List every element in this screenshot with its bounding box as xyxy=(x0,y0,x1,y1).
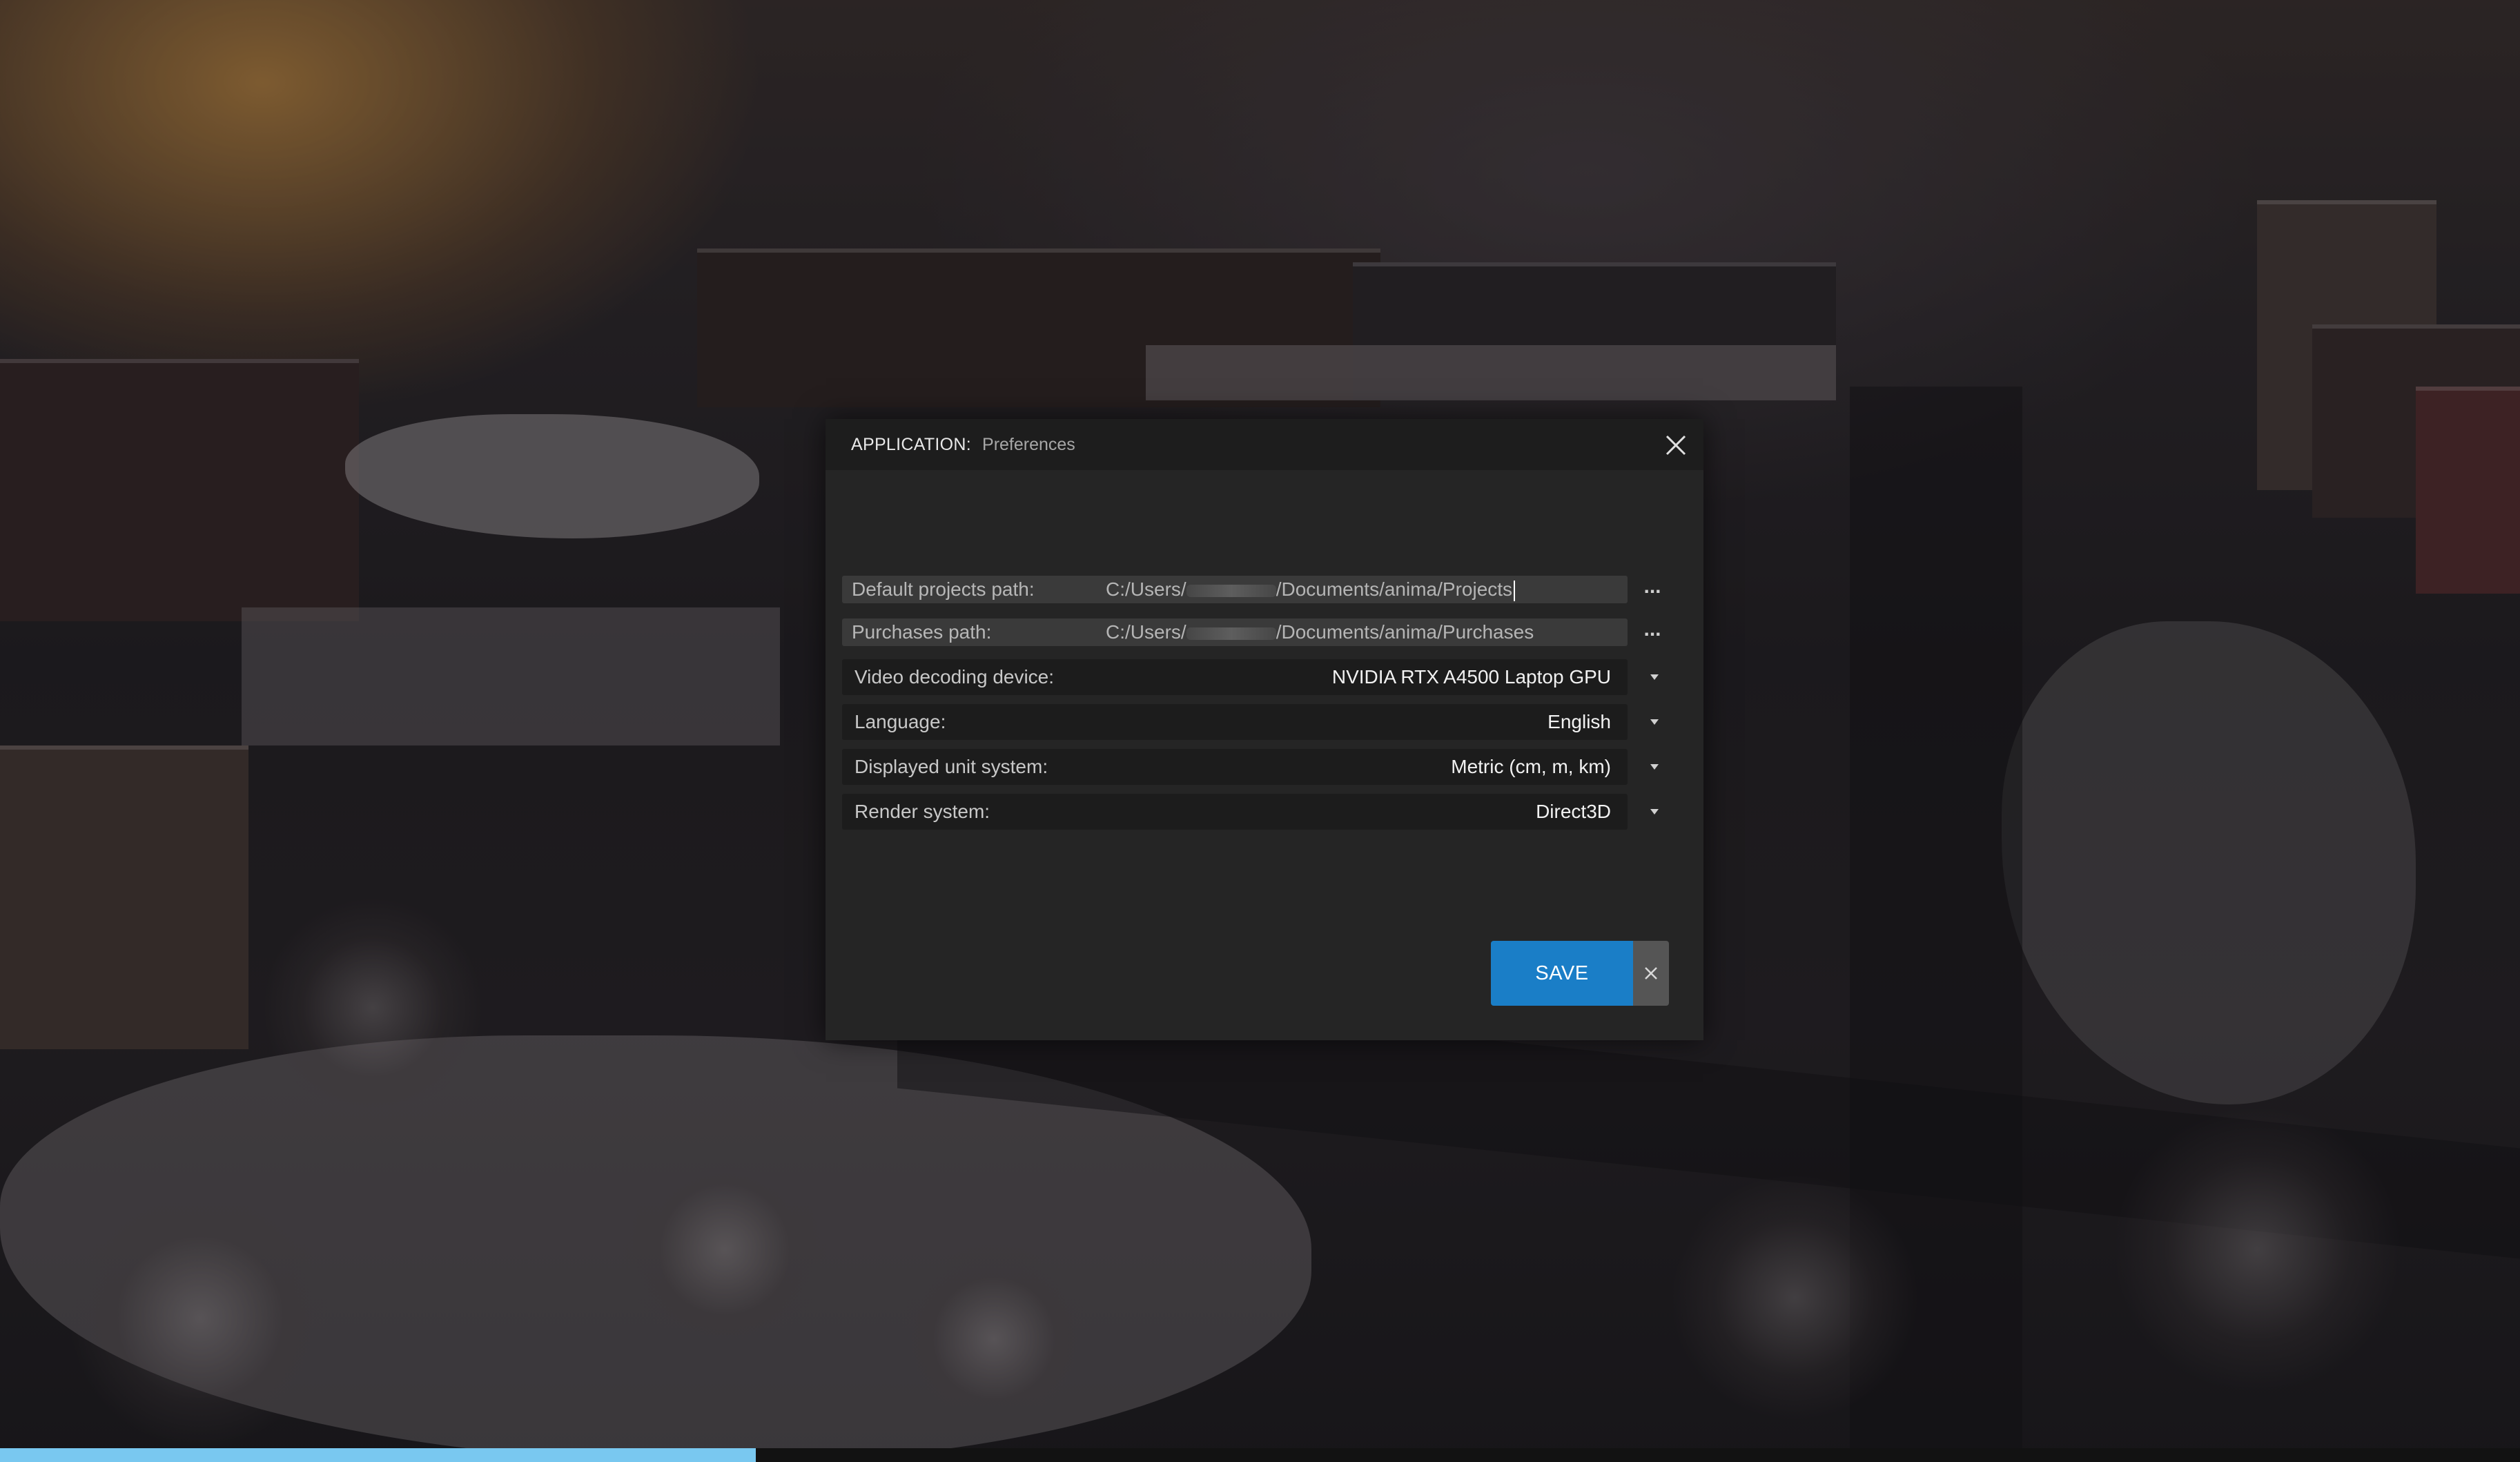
purchases-path-prefix: C:/Users/ xyxy=(1106,621,1186,643)
render-system-dropdown[interactable] xyxy=(1647,794,1663,830)
redacted-username xyxy=(1186,584,1276,597)
save-button[interactable]: SAVE xyxy=(1491,941,1633,1006)
dialog-title-page: Preferences xyxy=(982,434,1075,454)
chevron-down-icon xyxy=(1650,764,1659,770)
purchases-path-suffix: /Documents/anima/Purchases xyxy=(1276,621,1534,643)
default-projects-path-label: Default projects path: xyxy=(852,578,1035,600)
chevron-down-icon xyxy=(1650,674,1659,680)
progress-bar xyxy=(0,1448,2520,1462)
preferences-dialog: APPLICATION: Preferences Default project… xyxy=(826,419,1703,1040)
progress-bar-fill xyxy=(0,1448,756,1462)
browse-purchases-path-button[interactable]: ... xyxy=(1639,619,1666,647)
purchases-path-label: Purchases path: xyxy=(852,621,992,643)
video-decoding-device-select[interactable]: Video decoding device: NVIDIA RTX A4500 … xyxy=(842,659,1628,695)
unit-system-dropdown[interactable] xyxy=(1647,749,1663,785)
close-icon xyxy=(1645,967,1657,979)
default-projects-path-input[interactable]: C:/Users/ /Documents/anima/Projects xyxy=(1106,576,1516,603)
unit-system-select[interactable]: Displayed unit system: Metric (cm, m, km… xyxy=(842,749,1628,785)
default-projects-path-suffix: /Documents/anima/Projects xyxy=(1276,578,1513,600)
render-system-value: Direct3D xyxy=(1536,801,1611,822)
video-decoding-device-dropdown[interactable] xyxy=(1647,659,1663,695)
language-select[interactable]: Language: English xyxy=(842,704,1628,740)
default-projects-path-prefix: C:/Users/ xyxy=(1106,578,1186,600)
cancel-button[interactable] xyxy=(1633,941,1669,1006)
browse-projects-path-button[interactable]: ... xyxy=(1639,576,1666,604)
close-icon xyxy=(1666,435,1686,456)
dialog-title-app: APPLICATION: xyxy=(851,434,972,454)
language-label: Language: xyxy=(854,711,946,732)
render-system-select[interactable]: Render system: Direct3D xyxy=(842,794,1628,830)
chevron-down-icon xyxy=(1650,809,1659,815)
language-value: English xyxy=(1547,711,1611,732)
video-decoding-device-label: Video decoding device: xyxy=(854,666,1055,688)
default-projects-path-row: Default projects path: C:/Users/ /Documen… xyxy=(842,576,1628,603)
language-dropdown[interactable] xyxy=(1647,704,1663,740)
video-decoding-device-value: NVIDIA RTX A4500 Laptop GPU xyxy=(1331,666,1611,688)
close-button[interactable] xyxy=(1661,430,1691,460)
chevron-down-icon xyxy=(1650,719,1659,725)
text-caret xyxy=(1514,580,1516,601)
redacted-username xyxy=(1186,627,1276,640)
dialog-titlebar: APPLICATION: Preferences xyxy=(826,419,1703,470)
render-system-label: Render system: xyxy=(854,801,990,822)
purchases-path-input[interactable]: C:/Users/ /Documents/anima/Purchases xyxy=(1106,618,1534,646)
unit-system-value: Metric (cm, m, km) xyxy=(1451,756,1611,777)
purchases-path-row: Purchases path: C:/Users/ /Documents/anim… xyxy=(842,618,1628,646)
unit-system-label: Displayed unit system: xyxy=(854,756,1048,777)
